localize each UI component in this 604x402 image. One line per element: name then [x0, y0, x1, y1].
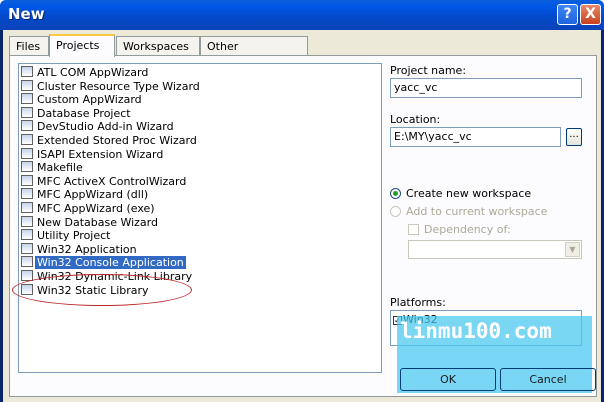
atl-project-icon — [21, 66, 33, 77]
list-item-label: Extended Stored Proc Wizard — [37, 134, 197, 147]
dll-icon — [21, 270, 33, 281]
activex-icon — [21, 174, 33, 186]
title-bar[interactable]: New ? X — [0, 0, 604, 30]
help-button[interactable]: ? — [557, 4, 578, 25]
location-input[interactable]: E:\MY\yacc_vc — [390, 127, 561, 147]
list-item-label: Utility Project — [37, 229, 111, 243]
project-name-label: Project name: — [390, 64, 467, 77]
custom-wizard-icon — [21, 93, 33, 105]
list-item[interactable]: Database Project — [21, 106, 133, 120]
tab-projects[interactable]: Projects — [49, 34, 115, 57]
isapi-icon — [21, 147, 33, 159]
win32-app-icon — [21, 242, 33, 254]
add-to-current-workspace-label: Add to current workspace — [406, 205, 548, 218]
list-item-label: Cluster Resource Type Wizard — [37, 79, 200, 93]
list-item[interactable]: MFC ActiveX ControlWizard — [21, 174, 188, 188]
list-item-label: DevStudio Add-in Wizard — [37, 120, 174, 134]
project-type-list[interactable]: ATL COM AppWizard Cluster Resource Type … — [18, 63, 382, 373]
list-item[interactable]: Cluster Resource Type Wizard — [21, 79, 202, 93]
list-item[interactable]: New Database Wizard — [21, 215, 160, 229]
list-item-label: MFC AppWizard (dll) — [37, 188, 149, 202]
list-item[interactable]: Win32 Application — [21, 242, 139, 256]
mfc-exe-icon — [21, 202, 33, 213]
list-item[interactable]: MFC AppWizard (dll) — [21, 188, 150, 201]
list-item-label: MFC ActiveX ControlWizard — [37, 174, 187, 188]
list-item[interactable]: Makefile — [21, 161, 85, 174]
create-new-workspace-label: Create new workspace — [406, 187, 532, 200]
list-item[interactable]: Utility Project — [21, 229, 113, 242]
list-item-label: Database Project — [37, 106, 131, 120]
cluster-project-icon — [21, 79, 33, 91]
radio-selected-icon — [390, 188, 401, 199]
dependency-of-label: Dependency of: — [424, 223, 511, 236]
dependency-combo[interactable]: ▼ — [408, 240, 582, 259]
location-label: Location: — [390, 113, 441, 126]
browse-button[interactable]: ... — [566, 128, 582, 146]
list-item[interactable]: Extended Stored Proc Wizard — [21, 134, 199, 147]
makefile-icon — [21, 161, 33, 173]
list-item-label: Win32 Application — [37, 242, 137, 256]
window-title: New — [8, 5, 45, 23]
add-to-current-workspace-option[interactable]: Add to current workspace — [390, 205, 547, 218]
list-item-label: Win32 Static Library — [37, 283, 149, 297]
utility-project-icon — [21, 229, 33, 241]
create-new-workspace-option[interactable]: Create new workspace — [390, 187, 531, 200]
list-item[interactable]: DevStudio Add-in Wizard — [21, 120, 176, 133]
static-library-icon — [21, 283, 33, 295]
database-wizard-icon — [21, 215, 33, 227]
watermark-text: linmu100.com — [400, 319, 552, 343]
list-item[interactable]: ATL COM AppWizard — [21, 66, 150, 79]
close-button[interactable]: X — [580, 4, 601, 25]
database-project-icon — [21, 106, 33, 118]
mfc-dll-icon — [21, 188, 33, 200]
ok-button[interactable]: OK — [400, 368, 496, 391]
project-name-input[interactable]: yacc_vc — [390, 78, 582, 98]
radio-unselected-icon — [390, 206, 401, 217]
list-item-label: Win32 Console Application — [35, 256, 186, 270]
list-item-label: MFC AppWizard (exe) — [37, 202, 155, 215]
list-item-label: ISAPI Extension Wizard — [37, 147, 164, 161]
addin-wizard-icon — [21, 120, 33, 132]
list-item-label: ATL COM AppWizard — [37, 66, 149, 79]
checkbox-icon — [408, 224, 419, 235]
list-item[interactable]: Win32 Dynamic-Link Library — [21, 270, 194, 283]
list-item[interactable]: Custom AppWizard — [21, 93, 144, 106]
list-item-selected[interactable]: Win32 Console Application — [21, 256, 186, 270]
console-app-icon — [21, 256, 33, 268]
list-item-label: Makefile — [37, 161, 83, 175]
list-item[interactable]: Win32 Static Library — [21, 283, 151, 297]
platforms-label: Platforms: — [390, 296, 446, 309]
tab-workspaces[interactable]: Workspaces — [116, 36, 200, 56]
list-item-label: Custom AppWizard — [37, 93, 142, 107]
list-item[interactable]: MFC AppWizard (exe) — [21, 202, 157, 215]
chevron-down-icon: ▼ — [565, 242, 580, 257]
list-item-label: Win32 Dynamic-Link Library — [37, 270, 193, 283]
tab-files[interactable]: Files — [9, 36, 49, 56]
list-item[interactable]: ISAPI Extension Wizard — [21, 147, 165, 161]
cancel-button[interactable]: Cancel — [500, 368, 596, 391]
stored-proc-icon — [21, 134, 33, 145]
dependency-of-option[interactable]: Dependency of: — [408, 223, 511, 236]
tab-other-documents[interactable]: Other Documents — [200, 36, 308, 68]
list-item-label: New Database Wizard — [37, 215, 158, 229]
